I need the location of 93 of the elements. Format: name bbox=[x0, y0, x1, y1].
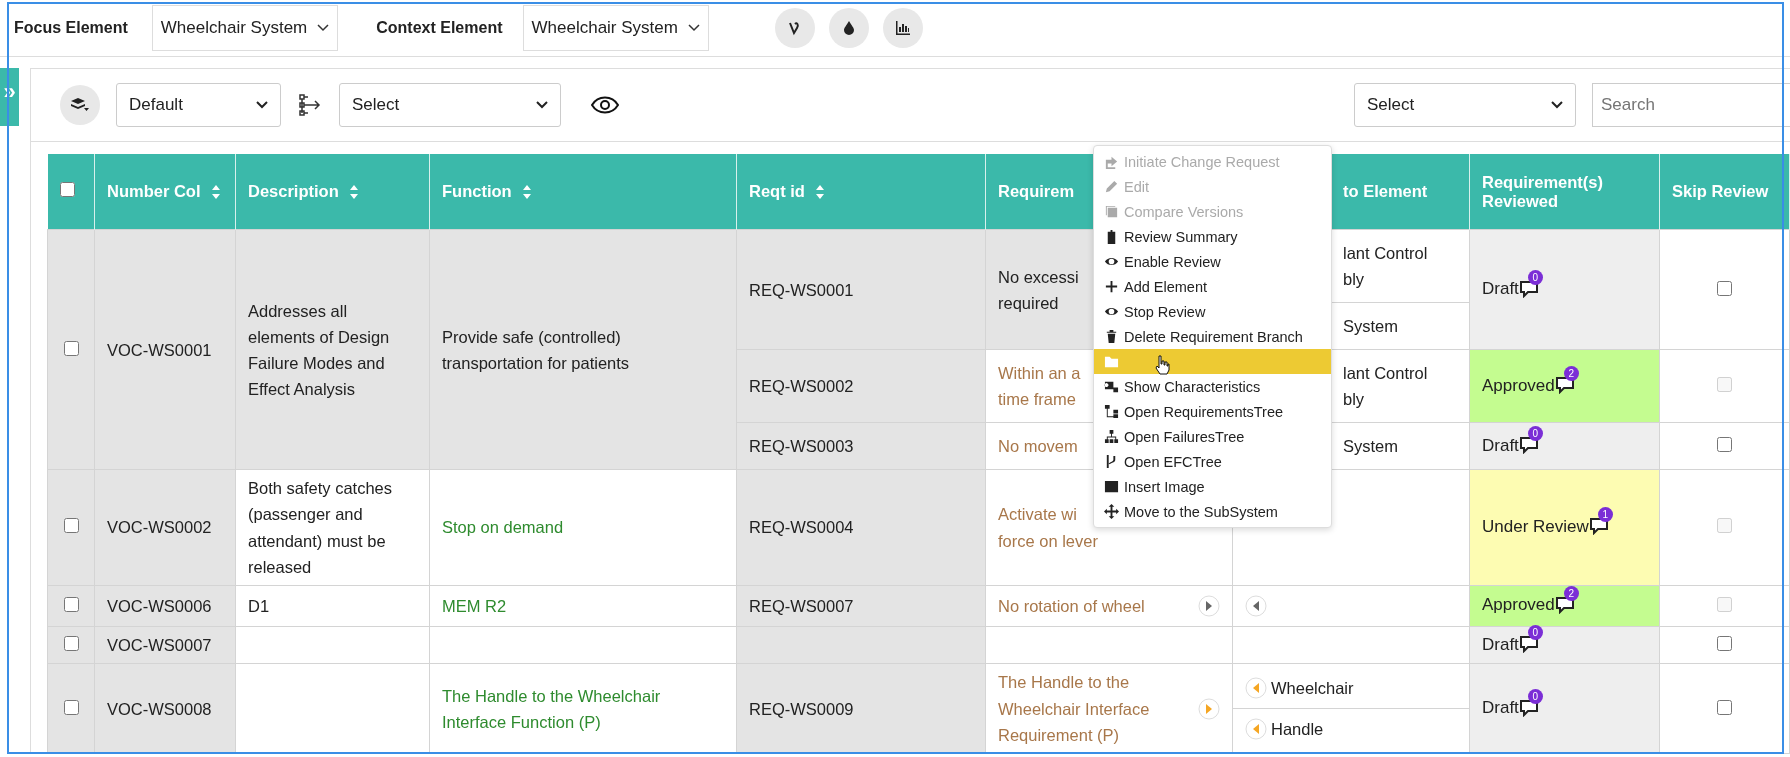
menu-item[interactable]: Review Summary bbox=[1094, 224, 1331, 249]
column-header: Skip Review bbox=[1672, 182, 1769, 201]
row-checkbox[interactable] bbox=[63, 596, 79, 612]
menu-item[interactable]: Delete Requirement Branch bbox=[1094, 324, 1331, 349]
hand-cursor-icon bbox=[1154, 355, 1170, 375]
menu-item[interactable]: Open FailuresTree bbox=[1094, 424, 1331, 449]
menu-item[interactable]: Show Characteristics bbox=[1094, 374, 1331, 399]
column-header: to Element bbox=[1343, 182, 1428, 201]
linked-element: lant Control bly bbox=[1343, 363, 1428, 411]
collapse-left-icon[interactable] bbox=[1245, 594, 1267, 617]
review-status: Draft bbox=[1482, 434, 1519, 457]
edit-icon bbox=[1104, 179, 1119, 194]
reqt-id-cell: REQ-WS0002 bbox=[749, 377, 854, 396]
review-status: Approved bbox=[1482, 594, 1555, 617]
row-checkbox[interactable] bbox=[63, 340, 79, 356]
requirement-cell-text: No excessi required bbox=[998, 266, 1079, 314]
view-select[interactable]: Default bbox=[116, 83, 281, 127]
row-checkbox[interactable] bbox=[63, 699, 79, 715]
select-all-checkbox[interactable] bbox=[59, 182, 75, 197]
review-status: Under Review bbox=[1482, 516, 1589, 539]
function-cell: Provide safe (controlled) transportation for patients bbox=[442, 327, 630, 372]
context-element-dropdown[interactable]: Wheelchair System bbox=[522, 5, 709, 51]
row-checkbox[interactable] bbox=[63, 636, 79, 651]
caret-icon bbox=[687, 24, 700, 32]
requirement-cell-text: The Handle to the Wheelchair Interface Requirement (P) bbox=[998, 672, 1151, 746]
reqt-id-cell: REQ-WS0004 bbox=[749, 518, 854, 537]
sitemap-icon bbox=[1104, 429, 1119, 444]
drop-icon[interactable] bbox=[828, 8, 869, 48]
linked-element: System bbox=[1343, 316, 1398, 338]
menu-item[interactable]: Enable Review bbox=[1094, 249, 1331, 274]
caret-icon bbox=[317, 24, 330, 32]
trash-icon bbox=[1104, 329, 1119, 344]
folder-plus-icon bbox=[1104, 354, 1119, 369]
requirement-cell-text: No movem bbox=[998, 436, 1078, 458]
search-field[interactable]: Search bbox=[1592, 83, 1790, 127]
skip-review-checkbox[interactable] bbox=[1717, 699, 1732, 715]
requirement-cell-text: No rotation of wheel bbox=[998, 595, 1145, 617]
number-cell: VOC-WS0008 bbox=[107, 699, 212, 718]
number-cell: VOC-WS0002 bbox=[107, 518, 212, 537]
menu-item[interactable]: Add Element bbox=[1094, 274, 1331, 299]
reqt-id-cell: REQ-WS0001 bbox=[749, 280, 854, 299]
sort-icon[interactable] bbox=[348, 183, 359, 200]
copy-icon bbox=[1104, 204, 1119, 219]
review-status: Draft bbox=[1482, 697, 1519, 720]
menu-item[interactable]: Open EFCTree bbox=[1094, 449, 1331, 474]
reqt-id-cell: REQ-WS0009 bbox=[749, 699, 854, 718]
reqt-id-cell: REQ-WS0003 bbox=[749, 437, 854, 456]
description-cell: Both safety catches (passenger and attendant) must be released bbox=[248, 479, 392, 576]
caret-icon bbox=[256, 101, 268, 109]
function-cell: Stop on demand bbox=[442, 518, 564, 537]
filter-select[interactable]: Select bbox=[1354, 83, 1576, 127]
caret-icon bbox=[1551, 101, 1563, 109]
menu-item[interactable]: Insert Image bbox=[1094, 474, 1331, 499]
move-icon bbox=[1104, 504, 1119, 519]
hierarchy-icon bbox=[1104, 404, 1119, 419]
review-status: Draft bbox=[1482, 633, 1519, 656]
sort-icon[interactable] bbox=[521, 183, 532, 200]
requirement-cell-text: Within an a time frame bbox=[998, 363, 1081, 411]
linked-element: Wheelchair bbox=[1271, 678, 1354, 699]
hierarchy-icon[interactable] bbox=[297, 93, 323, 117]
bar-chart-icon[interactable] bbox=[882, 8, 923, 48]
sort-icon[interactable] bbox=[210, 183, 221, 200]
skip-review-checkbox[interactable] bbox=[1717, 636, 1732, 651]
focus-element-dropdown[interactable]: Wheelchair System bbox=[151, 5, 339, 51]
row-checkbox[interactable] bbox=[63, 518, 79, 534]
number-cell: VOC-WS0007 bbox=[107, 636, 212, 654]
skip-review-checkbox[interactable] bbox=[1717, 437, 1732, 453]
function-cell: The Handle to the Wheelchair Interface Function (P) bbox=[442, 686, 661, 731]
description-cell: Addresses all elements of Design Failure Modes and Effect Analysis bbox=[248, 301, 390, 398]
skip-review-checkbox[interactable] bbox=[1717, 280, 1732, 296]
review-status: Approved bbox=[1482, 374, 1555, 397]
caret-icon bbox=[536, 101, 548, 109]
number-cell: VOC-WS0006 bbox=[107, 596, 212, 615]
linked-element: lant Control bly bbox=[1343, 243, 1428, 291]
column-header: Requirem bbox=[998, 182, 1075, 201]
number-cell: VOC-WS0001 bbox=[107, 340, 212, 359]
layers-icon[interactable] bbox=[60, 85, 100, 125]
menu-item[interactable]: Open RequirementsTree bbox=[1094, 399, 1331, 424]
review-status: Draft bbox=[1482, 278, 1519, 301]
tree-select[interactable]: Select bbox=[339, 83, 561, 127]
sort-icon[interactable] bbox=[814, 183, 825, 200]
menu-item[interactable]: Stop Review bbox=[1094, 299, 1331, 324]
eye-icon[interactable] bbox=[591, 96, 619, 114]
expand-right-icon[interactable] bbox=[1198, 594, 1220, 617]
linked-element: Handle bbox=[1271, 719, 1324, 741]
focus-element-label: Focus Element bbox=[14, 19, 128, 37]
column-header: Requirement(s) Reviewed bbox=[1482, 172, 1605, 211]
function-cell: MEM R2 bbox=[442, 596, 507, 615]
description-cell: D1 bbox=[248, 596, 270, 615]
linked-element: System bbox=[1343, 436, 1398, 458]
reqt-id-cell: REQ-WS0007 bbox=[749, 596, 854, 615]
context-element-label: Context Element bbox=[376, 19, 503, 37]
plus-icon bbox=[1104, 279, 1119, 294]
